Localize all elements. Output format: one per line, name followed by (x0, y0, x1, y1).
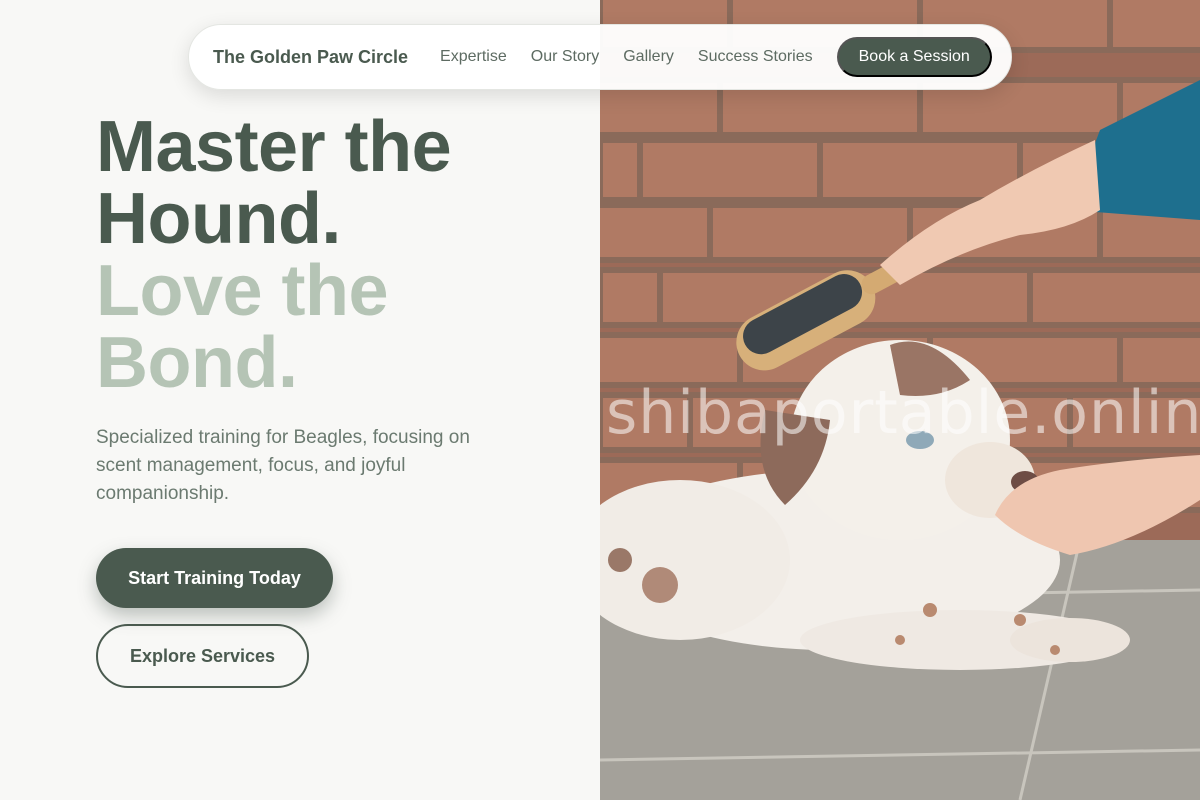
headline-line-4: Bond. (96, 323, 298, 403)
nav-link-our-story[interactable]: Our Story (531, 48, 599, 66)
brand-logo[interactable]: The Golden Paw Circle (213, 47, 408, 68)
headline-line-3: Love the (96, 251, 389, 331)
hero-headline: Master the Hound. Love the Bond. (96, 107, 452, 403)
nav-link-success-stories[interactable]: Success Stories (698, 48, 813, 66)
explore-services-button[interactable]: Explore Services (96, 624, 309, 688)
nav-link-gallery[interactable]: Gallery (623, 48, 674, 66)
nav-link-expertise[interactable]: Expertise (440, 48, 507, 66)
headline-line-1: Master the (96, 107, 452, 187)
headline-line-2: Hound. (96, 179, 341, 259)
hero-image: shibaportable.online (600, 0, 1200, 800)
top-nav: The Golden Paw Circle Expertise Our Stor… (188, 24, 1012, 90)
hero-panel: Master the Hound. Love the Bond. Special… (0, 0, 600, 800)
hero-subtext: Specialized training for Beagles, focusi… (96, 427, 470, 504)
start-training-button[interactable]: Start Training Today (96, 548, 333, 608)
book-session-button[interactable]: Book a Session (836, 37, 992, 77)
watermark-text: shibaportable.online (606, 378, 1200, 448)
